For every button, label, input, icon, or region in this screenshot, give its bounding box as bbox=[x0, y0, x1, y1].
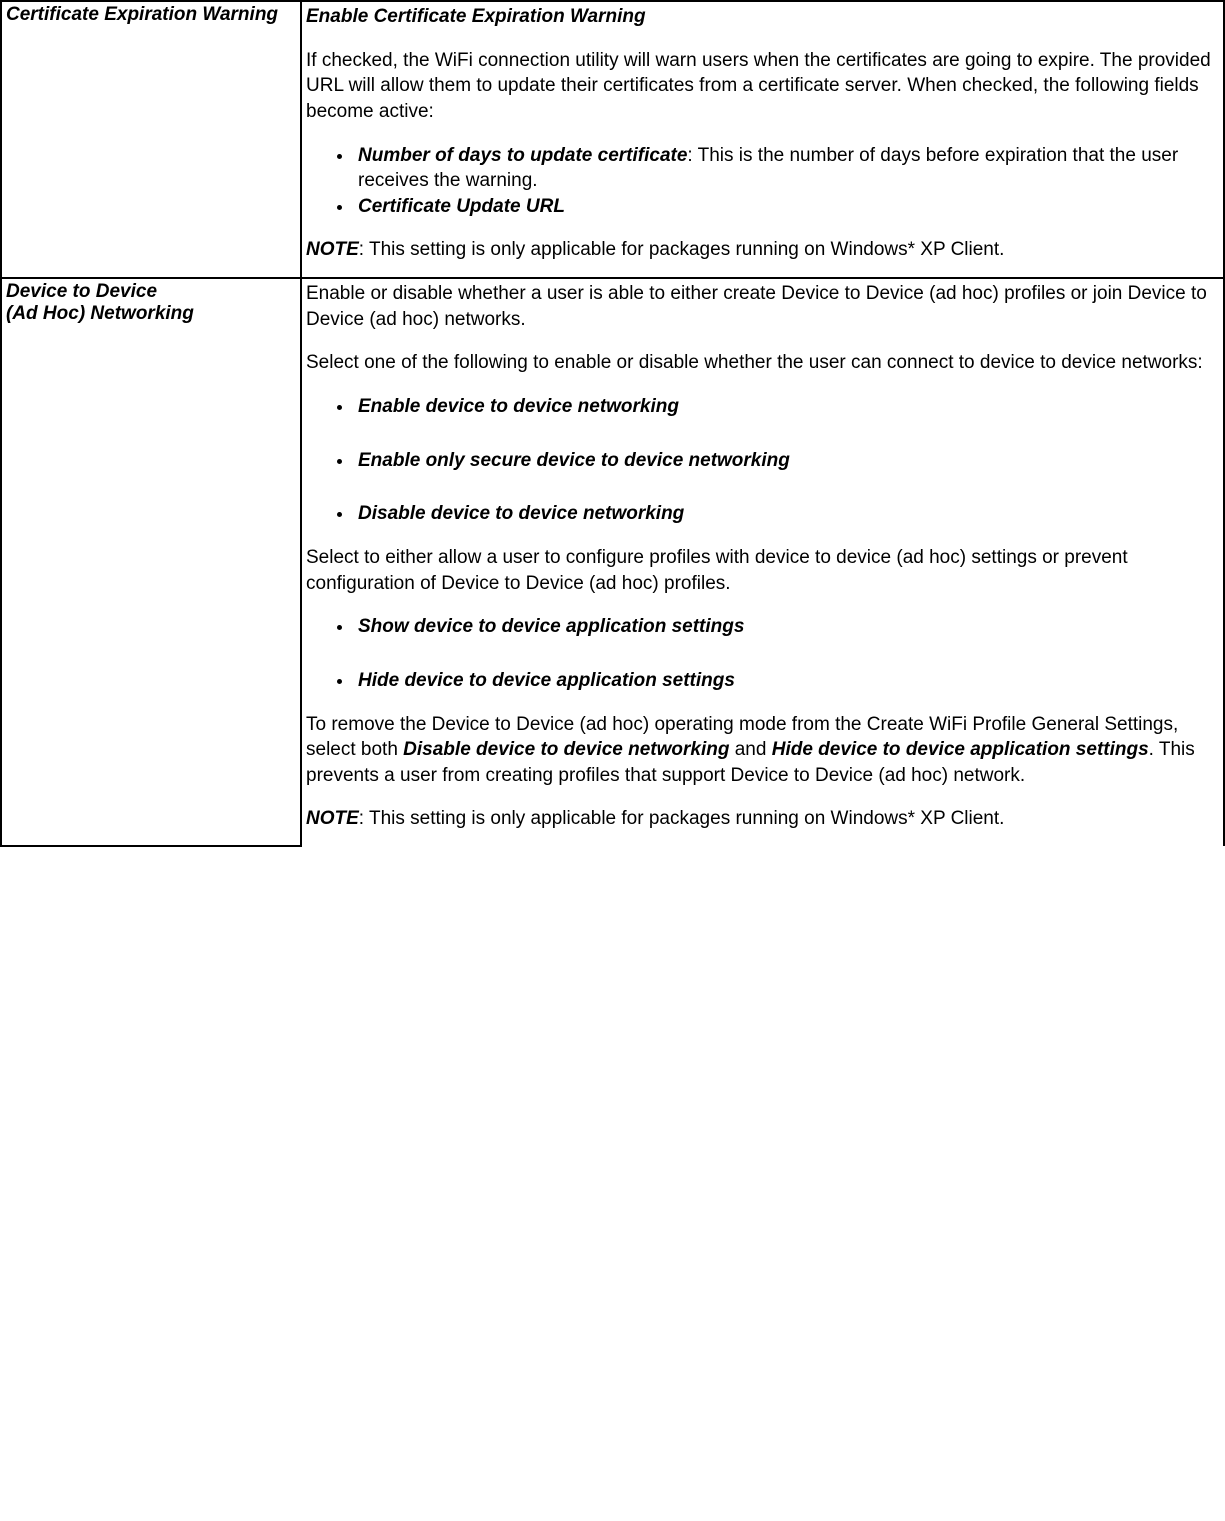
bullet-list: Enable device to device networking Enabl… bbox=[306, 394, 1219, 527]
list-item: Hide device to device application settin… bbox=[354, 668, 1219, 694]
setting-name: Certificate Expiration Warning bbox=[6, 4, 278, 25]
setting-name-line: Device to Device bbox=[6, 281, 157, 302]
setting-name-cell: Certificate Expiration Warning bbox=[1, 1, 301, 278]
list-item: Show device to device application settin… bbox=[354, 614, 1219, 640]
paragraph: Enable or disable whether a user is able… bbox=[306, 281, 1219, 332]
table-row: Device to Device (Ad Hoc) Networking Ena… bbox=[1, 278, 1224, 846]
bullet-bold: Enable device to device networking bbox=[358, 396, 679, 417]
list-item: Enable only secure device to device netw… bbox=[354, 448, 1219, 474]
bullet-list: Show device to device application settin… bbox=[306, 614, 1219, 693]
bullet-bold: Number of days to update certificate bbox=[358, 145, 687, 166]
paragraph: To remove the Device to Device (ad hoc) … bbox=[306, 712, 1219, 789]
bullet-bold: Hide device to device application settin… bbox=[358, 670, 735, 691]
note-label: NOTE bbox=[306, 239, 359, 260]
setting-description-cell: Enable Certificate Expiration Warning If… bbox=[301, 1, 1224, 278]
bullet-bold: Show device to device application settin… bbox=[358, 616, 744, 637]
note-label: NOTE bbox=[306, 808, 359, 829]
list-item: Certificate Update URL bbox=[354, 194, 1219, 220]
setting-description-cell: Enable or disable whether a user is able… bbox=[301, 278, 1224, 846]
setting-name-line: (Ad Hoc) Networking bbox=[6, 303, 194, 324]
note-text: : This setting is only applicable for pa… bbox=[359, 808, 1005, 829]
note-paragraph: NOTE: This setting is only applicable fo… bbox=[306, 806, 1219, 832]
bullet-bold: Enable only secure device to device netw… bbox=[358, 450, 790, 471]
note-text: : This setting is only applicable for pa… bbox=[359, 239, 1005, 260]
bold-segment: Disable device to device networking bbox=[403, 739, 729, 760]
text-segment: and bbox=[729, 739, 771, 760]
bullet-bold: Certificate Update URL bbox=[358, 196, 565, 217]
bullet-bold: Disable device to device networking bbox=[358, 503, 684, 524]
setting-heading: Enable Certificate Expiration Warning bbox=[306, 4, 1219, 30]
bullet-list: Number of days to update certificate: Th… bbox=[306, 143, 1219, 220]
settings-table: Certificate Expiration Warning Enable Ce… bbox=[0, 0, 1225, 847]
paragraph: Select one of the following to enable or… bbox=[306, 350, 1219, 376]
list-item: Number of days to update certificate: Th… bbox=[354, 143, 1219, 194]
list-item: Enable device to device networking bbox=[354, 394, 1219, 420]
paragraph: Select to either allow a user to configu… bbox=[306, 545, 1219, 596]
paragraph: If checked, the WiFi connection utility … bbox=[306, 48, 1219, 125]
setting-name-cell: Device to Device (Ad Hoc) Networking bbox=[1, 278, 301, 846]
list-item: Disable device to device networking bbox=[354, 501, 1219, 527]
table-row: Certificate Expiration Warning Enable Ce… bbox=[1, 1, 1224, 278]
note-paragraph: NOTE: This setting is only applicable fo… bbox=[306, 237, 1219, 263]
bold-segment: Hide device to device application settin… bbox=[772, 739, 1149, 760]
